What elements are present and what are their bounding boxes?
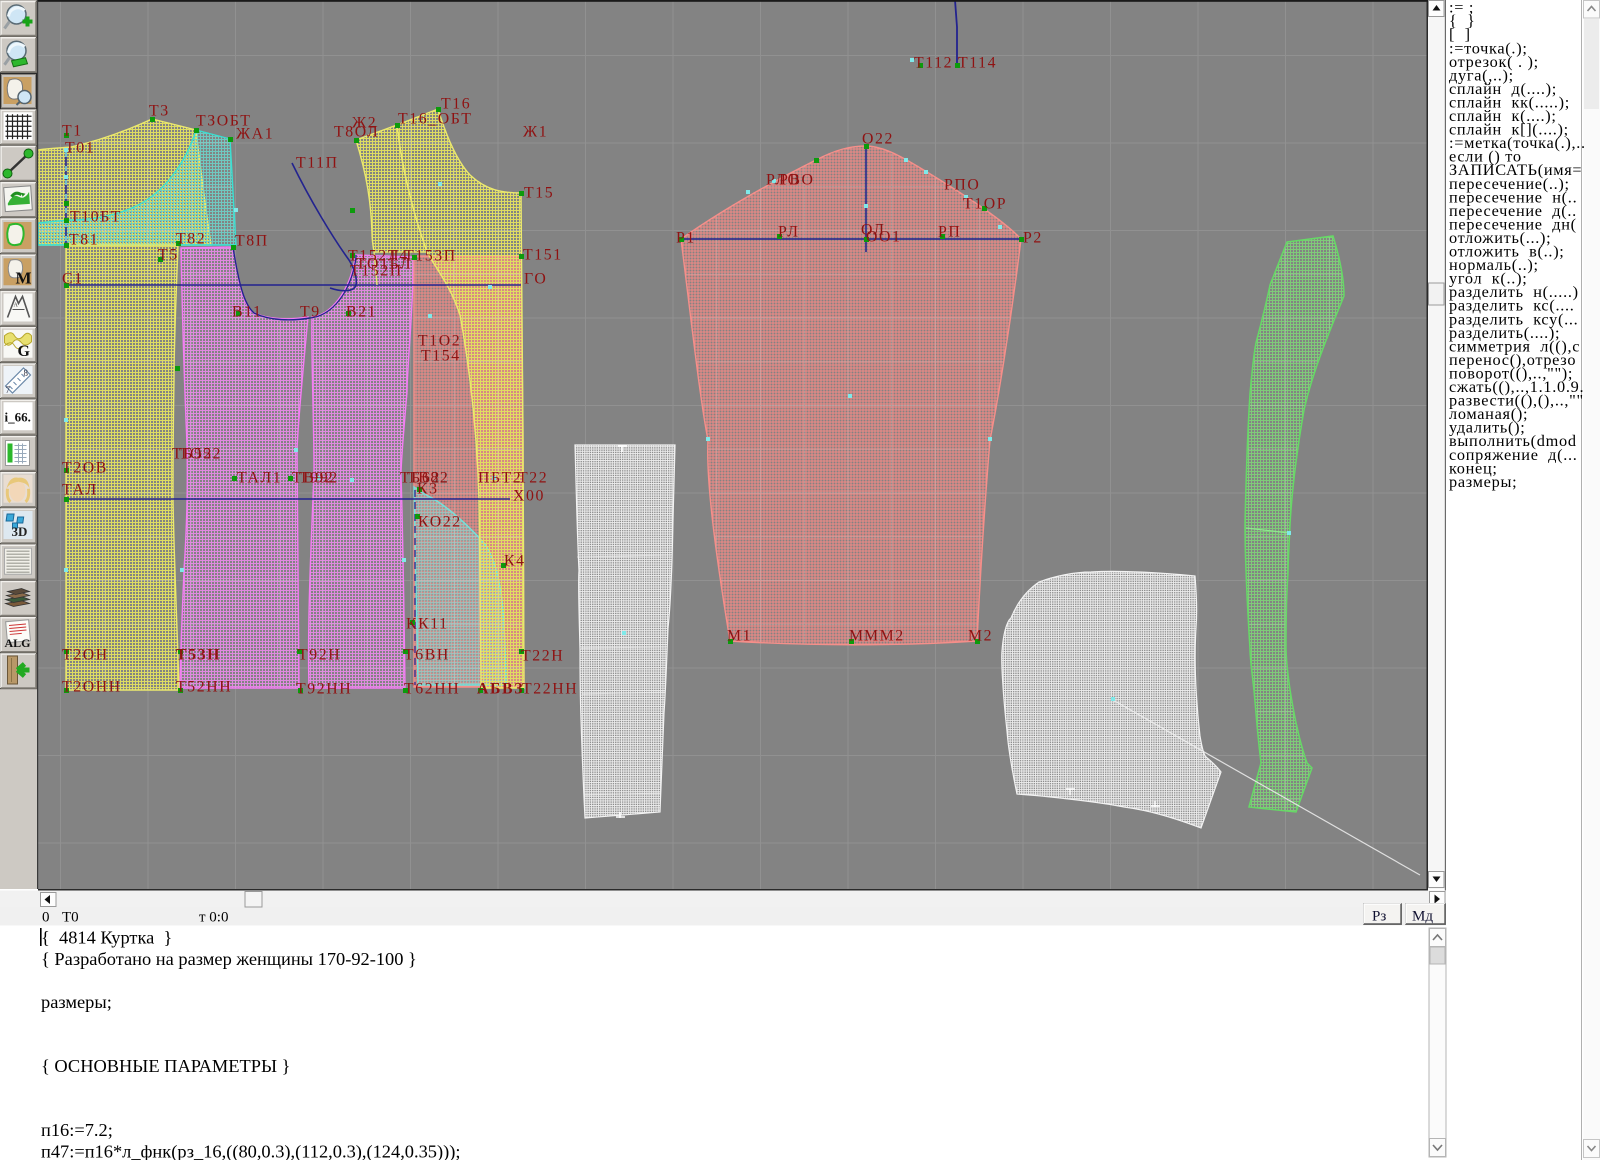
svg-text:{ Разработано на размер женщин: { Разработано на размер женщины 170-92-1… [41,949,417,969]
svg-text:АБВЗ: АБВЗ [477,680,524,697]
svg-text:Т114: Т114 [958,54,997,71]
svg-text:Т151: Т151 [523,246,563,263]
svg-text:Т5: Т5 [158,246,179,263]
svg-text:Т22: Т22 [518,469,548,486]
svg-text:К3: К3 [417,480,439,497]
svg-text:В21: В21 [346,303,377,320]
svg-text:8: 8 [24,368,29,378]
svg-text:{ ОСНОВНЫЕ ПАРАМЕТРЫ }: { ОСНОВНЫЕ ПАРАМЕТРЫ } [41,1056,290,1076]
svg-text:7: 7 [6,385,11,395]
svg-text:Т92НН: Т92НН [296,680,352,697]
svg-text:Т152П: Т152П [350,262,403,279]
svg-text:ЖА1: ЖА1 [236,125,274,142]
svg-text:С1: С1 [62,270,84,287]
svg-text:РПО: РПО [944,176,980,193]
svg-text:Т62НН: Т62НН [404,680,460,697]
svg-text:Т81: Т81 [69,231,99,248]
svg-text:Т8ОЛ: Т8ОЛ [334,123,379,140]
svg-text:КО22: КО22 [418,513,462,530]
svg-text:ALG: ALG [5,636,31,650]
svg-text:ТО52: ТО52 [179,445,222,462]
svg-text:Т01: Т01 [65,139,95,156]
svg-text:РП: РП [938,223,961,240]
svg-text:М2: М2 [968,627,993,644]
svg-text:Т8П: Т8П [235,232,269,249]
svg-text:Т9: Т9 [300,303,321,320]
svg-text:3D: 3D [12,524,28,539]
svg-text:A: A [14,303,19,309]
svg-text:Рз: Рз [1372,909,1386,925]
svg-text:т 0:0: т 0:0 [199,910,228,926]
svg-text:Х00: Х00 [513,487,545,504]
svg-text:В11: В11 [232,303,263,320]
svg-text:Т53Н: Т53Н [176,646,221,663]
svg-text:размеры;: размеры; [41,992,112,1012]
svg-text:Р2: Р2 [1023,229,1043,246]
svg-text:Т992: Т992 [299,469,339,486]
svg-text:Т15: Т15 [524,184,554,201]
svg-text:Т2ОНН: Т2ОНН [62,678,122,695]
svg-text:ГО: ГО [524,270,547,287]
svg-text:Т1: Т1 [62,122,83,139]
svg-text:ПБТ2: ПБТ2 [478,469,522,486]
svg-text:Т11П: Т11П [296,154,339,171]
svg-text:Т2ОН: Т2ОН [62,646,109,663]
svg-text:Т10БТ: Т10БТ [70,208,122,225]
svg-text:G: G [18,343,31,360]
svg-text:КК11: КК11 [406,615,449,632]
svg-text:К4: К4 [504,552,526,569]
svg-text:РВО: РВО [779,171,815,188]
svg-text:Мд: Мд [1412,909,1433,925]
svg-text:ТАЛ: ТАЛ [62,481,98,498]
svg-text:п16:=7.2;: п16:=7.2; [41,1120,113,1140]
svg-text:M: M [16,268,32,287]
svg-text:Т16_ОБТ: Т16_ОБТ [398,110,472,127]
svg-text:Р1: Р1 [676,229,696,246]
svg-text:Т154: Т154 [421,347,461,364]
svg-text:{ 4814 Куртка }: { 4814 Куртка } [41,928,172,948]
svg-text:Т92Н: Т92Н [298,646,341,663]
svg-text:Т1ОР: Т1ОР [963,195,1007,212]
svg-text:Т52НН: Т52НН [176,678,232,695]
svg-text:М1: М1 [727,627,752,644]
svg-text:ММ2: ММ2 [864,627,905,644]
svg-text:ОО1: ОО1 [866,228,902,245]
svg-text:Т112: Т112 [914,54,953,71]
svg-text:Т0: Т0 [62,910,79,926]
svg-text:размеры;: размеры; [1449,472,1517,491]
svg-text:О22: О22 [862,130,894,147]
svg-text:Т2ОВ: Т2ОВ [62,459,108,476]
svg-text:i_66.: i_66. [5,409,31,424]
svg-text:Т22НН: Т22НН [522,680,578,697]
svg-text:п47:=п16*л_фнк(рз_16,((80,0.3): п47:=п16*л_фнк(рз_16,((80,0.3),(112,0.3)… [41,1142,460,1160]
svg-text:0: 0 [42,910,50,926]
svg-text:Т22Н: Т22Н [521,647,564,664]
svg-text:Т3: Т3 [149,102,170,119]
svg-text:М: М [849,627,865,644]
svg-text:ТАЛ1: ТАЛ1 [237,469,282,486]
svg-text:Т82: Т82 [176,230,206,247]
svg-text:РЛ: РЛ [778,223,800,240]
svg-text:Т6ВН: Т6ВН [404,646,450,663]
svg-text:Ж1: Ж1 [523,123,548,140]
